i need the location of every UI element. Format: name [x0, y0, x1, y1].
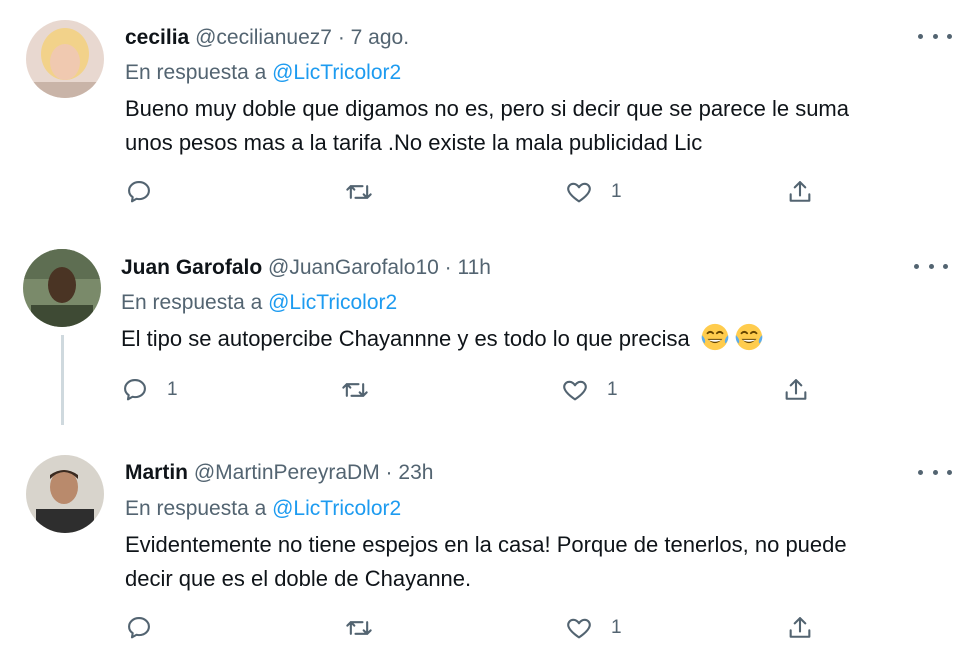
reply-button[interactable] [125, 178, 171, 206]
share-button[interactable] [786, 614, 814, 642]
tweet-text: Evidentemente no tiene espejos en la cas… [125, 528, 847, 596]
more-icon[interactable] [918, 462, 952, 482]
tweet-text-line: Evidentemente no tiene espejos en la cas… [125, 532, 847, 557]
author-handle[interactable]: @cecilianuez7 [195, 26, 332, 49]
reply-prefix: En respuesta a [125, 61, 267, 84]
share-icon [789, 617, 811, 638]
face-with-tears-of-joy-icon [735, 323, 763, 351]
separator: · [385, 461, 393, 484]
reply-prefix: En respuesta a [121, 291, 263, 314]
avatar-cecilia[interactable] [26, 20, 104, 98]
like-button[interactable]: 1 [561, 376, 618, 404]
tweet-text-line: decir que es el doble de Chayanne. [125, 566, 472, 591]
avatar-martin[interactable] [26, 455, 104, 533]
tweet-text: El tipo se autopercibe Chayannne y es to… [121, 322, 764, 356]
reply-count: 1 [167, 379, 178, 400]
timestamp[interactable]: 23h [398, 461, 433, 484]
timestamp[interactable]: 7 ago. [351, 26, 409, 49]
reply-icon [128, 181, 150, 203]
reply-button[interactable] [125, 614, 171, 642]
tweet-1[interactable]: cecilia @cecilianuez7 · 7 ago. En respue… [0, 0, 968, 230]
face-with-tears-of-joy-icon [701, 323, 729, 351]
avatar-juan-garofalo[interactable] [23, 249, 101, 327]
more-icon[interactable] [914, 256, 948, 276]
author-handle[interactable]: @JuanGarofalo10 [268, 256, 439, 279]
author-handle[interactable]: @MartinPereyraDM [194, 461, 380, 484]
author-name[interactable]: Martin [125, 461, 188, 484]
tweet-3[interactable]: Martin @MartinPereyraDM · 23h En respues… [0, 430, 968, 662]
reply-prefix: En respuesta a [125, 497, 267, 520]
thread-line [61, 335, 64, 425]
like-icon [567, 618, 591, 639]
separator: · [337, 26, 345, 49]
tweet-text-line: El tipo se autopercibe Chayannne y es to… [121, 326, 690, 351]
like-count: 1 [607, 379, 618, 400]
retweet-button[interactable] [341, 376, 387, 404]
reply-icon [124, 379, 146, 401]
reply-mention[interactable]: @LicTricolor2 [268, 291, 397, 314]
reply-button[interactable]: 1 [121, 376, 178, 404]
like-icon [563, 380, 587, 401]
separator: · [444, 256, 452, 279]
tweet-text-line: unos pesos mas a la tarifa .No existe la… [125, 130, 703, 155]
tweet-2[interactable]: Juan Garofalo @JuanGarofalo10 · 11h En r… [0, 230, 968, 430]
like-button[interactable]: 1 [565, 614, 622, 642]
retweet-button[interactable] [345, 178, 391, 206]
like-button[interactable]: 1 [565, 178, 622, 206]
share-button[interactable] [782, 376, 810, 404]
reply-mention[interactable]: @LicTricolor2 [272, 497, 401, 520]
reply-mention[interactable]: @LicTricolor2 [272, 61, 401, 84]
reply-icon [128, 617, 150, 639]
retweet-icon [346, 621, 372, 635]
retweet-button[interactable] [345, 614, 391, 642]
retweet-icon [342, 383, 368, 397]
share-button[interactable] [786, 178, 814, 206]
like-count: 1 [611, 617, 622, 638]
timestamp[interactable]: 11h [458, 256, 491, 279]
share-icon [785, 379, 807, 400]
share-icon [789, 181, 811, 202]
like-count: 1 [611, 181, 622, 202]
tweet-text: Bueno muy doble que digamos no es, pero … [125, 92, 849, 160]
author-name[interactable]: cecilia [125, 26, 189, 49]
author-name[interactable]: Juan Garofalo [121, 256, 262, 279]
retweet-icon [346, 185, 372, 199]
like-icon [567, 182, 591, 203]
more-icon[interactable] [918, 26, 952, 46]
tweet-text-line: Bueno muy doble que digamos no es, pero … [125, 96, 849, 121]
